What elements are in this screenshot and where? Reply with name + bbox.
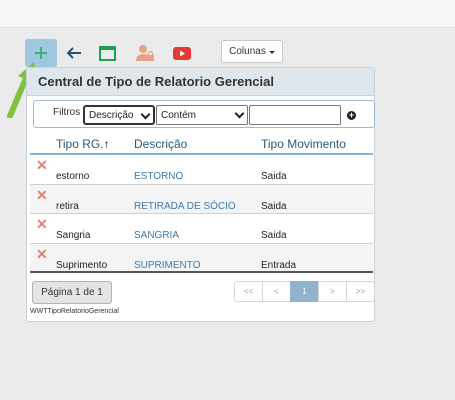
column-header-movimento[interactable]: Tipo Movimento: [261, 137, 346, 151]
data-grid: Tipo RG.↑ Descrição Tipo Movimento ✕ est…: [30, 130, 373, 273]
chevron-down-icon: [234, 108, 245, 119]
prev-page-button[interactable]: <: [262, 281, 291, 302]
cell-movimento: Saida: [261, 230, 287, 241]
user-permission-button[interactable]: [133, 41, 157, 65]
panel-title: Central de Tipo de Relatorio Gerencial: [27, 68, 374, 96]
delete-icon[interactable]: ✕: [36, 188, 48, 202]
cell-descricao-link[interactable]: SUPRIMENTO: [134, 260, 201, 271]
column-header-tipo-label: Tipo RG.: [56, 137, 104, 151]
filter-value-input[interactable]: [249, 105, 341, 125]
grid-header: Tipo RG.↑ Descrição Tipo Movimento: [30, 130, 373, 155]
arrow-left-icon: [66, 47, 81, 59]
top-band: [0, 0, 455, 28]
column-header-descricao[interactable]: Descrição: [134, 137, 187, 151]
cell-tipo: Suprimento: [56, 259, 108, 271]
table-row: ✕ retira RETIRADA DE SÓCIO Saida: [30, 184, 373, 214]
window-button[interactable]: [96, 41, 118, 65]
page-info-button[interactable]: Página 1 de 1: [32, 281, 112, 304]
user-lock-icon: [136, 45, 154, 61]
table-row: ✕ Suprimento SUPRIMENTO Entrada: [30, 243, 373, 273]
cell-tipo: retira: [56, 200, 79, 212]
cell-movimento: Saida: [261, 171, 287, 182]
first-page-button[interactable]: <<: [234, 281, 263, 302]
object-name-label: WWTTipoRelatorioGerencial: [30, 308, 119, 315]
delete-icon[interactable]: ✕: [36, 158, 48, 172]
delete-icon[interactable]: ✕: [36, 247, 48, 261]
cell-descricao-link[interactable]: ESTORNO: [134, 171, 183, 182]
table-row: ✕ estorno ESTORNO Saida: [30, 155, 373, 185]
caret-down-icon: [268, 50, 275, 54]
filter-field-value: Descrição: [89, 109, 134, 121]
youtube-icon: [173, 46, 191, 60]
filter-field-select[interactable]: Descrição: [83, 105, 155, 125]
columns-dropdown[interactable]: Colunas: [221, 40, 283, 63]
filter-label: Filtros: [53, 107, 81, 118]
cell-movimento: Saida: [261, 200, 287, 212]
current-page-button[interactable]: 1: [290, 281, 319, 302]
columns-label: Colunas: [229, 46, 266, 57]
table-row: ✕ Sangria SANGRIA Saida: [30, 214, 373, 244]
delete-icon[interactable]: ✕: [36, 217, 48, 231]
cell-descricao-link[interactable]: SANGRIA: [134, 230, 179, 241]
pagination: << < 1 > >>: [234, 281, 375, 302]
next-page-button[interactable]: >: [318, 281, 347, 302]
filter-operator-value: Contém: [161, 109, 197, 121]
cell-descricao-link[interactable]: RETIRADA DE SÓCIO: [134, 201, 236, 212]
cell-tipo: Sangria: [56, 230, 91, 241]
cell-tipo: estorno: [56, 171, 90, 182]
grid-panel: Central de Tipo de Relatorio Gerencial F…: [26, 67, 375, 322]
cell-movimento: Entrada: [261, 259, 297, 271]
back-button[interactable]: [63, 41, 85, 65]
column-header-tipo[interactable]: Tipo RG.↑: [56, 137, 110, 151]
add-filter-icon[interactable]: +: [347, 111, 356, 120]
chevron-down-icon: [140, 109, 151, 120]
window-icon: [98, 45, 116, 61]
sort-ascending-icon: ↑: [103, 137, 110, 151]
filter-operator-select[interactable]: Contém: [156, 105, 248, 125]
youtube-button[interactable]: [170, 41, 194, 65]
last-page-button[interactable]: >>: [346, 281, 375, 302]
filter-bar: Filtros Descrição Contém +: [33, 100, 375, 128]
